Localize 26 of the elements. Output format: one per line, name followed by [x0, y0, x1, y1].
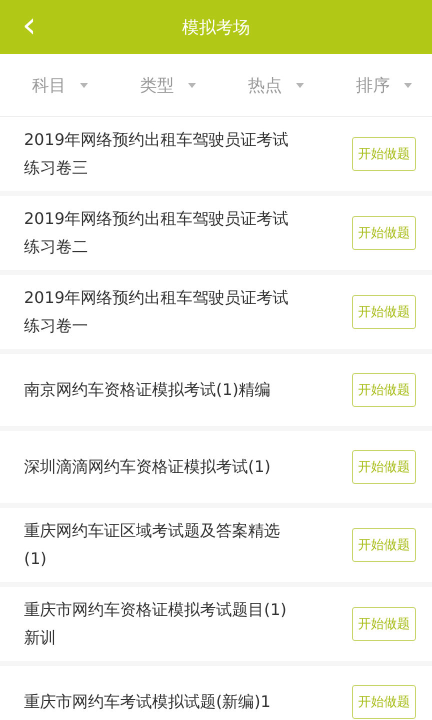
exam-title: 重庆市网约车资格证模拟考试题目(1)新训 [24, 599, 288, 649]
filter-dropdown[interactable]: 热点 [246, 72, 306, 98]
exam-title: 2019年网络预约出租车驾驶员证考试练习卷二 [24, 208, 290, 258]
caret-icon [80, 82, 88, 88]
filter-dropdown[interactable]: 科目 [30, 72, 90, 98]
exam-title: 2019年网络预约出租车驾驶员证考试练习卷三 [24, 129, 290, 179]
exam-title: 南京网约车资格证模拟考试(1)精编 [24, 379, 272, 401]
start-button[interactable]: 开始做题 [352, 137, 416, 171]
back-button[interactable]: ‹ [22, 6, 36, 46]
start-button[interactable]: 开始做题 [352, 295, 416, 329]
start-button[interactable]: 开始做题 [352, 216, 416, 250]
start-button[interactable]: 开始做题 [352, 450, 416, 484]
caret-icon [296, 82, 304, 88]
start-button[interactable]: 开始做题 [352, 685, 416, 719]
caret-icon [404, 82, 412, 88]
caret-icon [188, 82, 196, 88]
filter-dropdown[interactable]: 类型 [138, 72, 198, 98]
exam-title: 重庆网约车证区域考试题及答案精选(1) [24, 520, 281, 570]
start-button[interactable]: 开始做题 [352, 373, 416, 407]
exam-title: 深圳滴滴网约车资格证模拟考试(1) [24, 456, 272, 478]
filter-dropdown[interactable]: 排序 [354, 72, 414, 98]
exam-title: 重庆市网约车考试模拟试题(新编)1 [24, 691, 272, 713]
start-button[interactable]: 开始做题 [352, 528, 416, 562]
page-title: 模拟考场 [182, 16, 250, 38]
exam-title: 2019年网络预约出租车驾驶员证考试练习卷一 [24, 287, 290, 337]
start-button[interactable]: 开始做题 [352, 607, 416, 641]
